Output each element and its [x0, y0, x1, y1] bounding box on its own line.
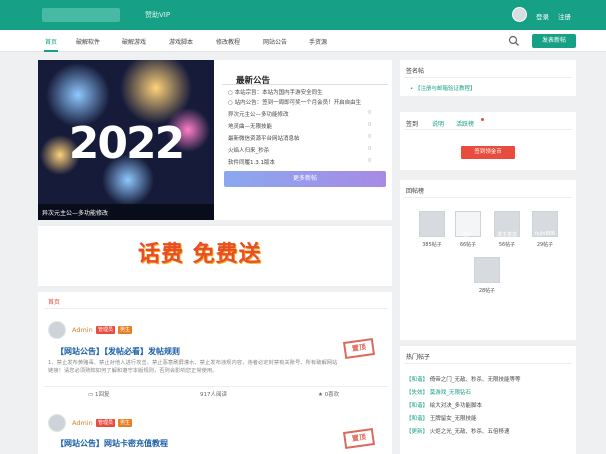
author-name[interactable]: Admin [72, 326, 93, 334]
user-avatar-icon[interactable] [512, 7, 527, 22]
divider [44, 308, 388, 309]
leader-name[interactable]: fyjin888 [530, 231, 560, 237]
announcement-text: 本站为国内手游安全同生 [262, 90, 323, 96]
leader-post-count: 385帖子 [422, 242, 442, 248]
sign-post-link[interactable]: • 【注册与邮箱验证教程】 [410, 84, 476, 92]
hero-caption[interactable]: 异次元主公—多功能修改 [42, 208, 108, 217]
leader-post-count: 28帖子 [478, 288, 496, 294]
hot-post-category: 【失效】 [406, 390, 429, 396]
post-title[interactable]: 【网站公告】网站卡密充值教程 [56, 438, 168, 449]
hot-post-item[interactable]: 【更新】 火炬之光_无敌、秒杀、五倍移速 [406, 427, 510, 435]
checkin-panel [400, 112, 576, 170]
author-name[interactable]: Admin [72, 419, 93, 427]
banner-text: 话费 免费送 [138, 242, 262, 267]
post-title-text: 【发帖必看】发帖规则 [104, 347, 180, 356]
search-icon[interactable] [508, 35, 520, 47]
announcement-item[interactable]: 地灵曲—无限技能 [228, 122, 384, 130]
site-logo[interactable] [42, 8, 120, 22]
tab-active-ranking[interactable]: 活跃榜 [456, 119, 474, 128]
nav-home[interactable]: 首页 [45, 37, 57, 46]
announcement-label: 站内公告： [234, 100, 263, 106]
leader-avatar[interactable] [474, 257, 500, 283]
more-posts-button[interactable]: 更多新帖 [224, 171, 386, 187]
sign-post-link-text: 【注册与邮箱验证教程】 [415, 86, 476, 92]
leader-post-count: 66帖子 [459, 242, 477, 248]
view-count: 917人阅读 [200, 392, 227, 398]
gender-badge: 男生 [118, 326, 133, 334]
comment-count: 0 [368, 158, 372, 164]
nav-game-scripts[interactable]: 游戏脚本 [169, 37, 193, 46]
reply-count[interactable]: ▭ 1回复 [88, 390, 109, 398]
post-category: 【网站公告】 [56, 439, 104, 448]
announcement-item[interactable]: 异次元主公—多功能修改 [228, 110, 384, 118]
breadcrumb[interactable]: 首页 [48, 297, 60, 306]
nav-site-announcements[interactable]: 网站公告 [263, 37, 287, 46]
post-category: 【网站公告】 [56, 347, 104, 356]
nav-resources[interactable]: 手资源 [309, 37, 327, 46]
hot-post-title: 火炬之光_无敌、秒杀、五倍移速 [429, 429, 510, 435]
divider [404, 129, 572, 130]
hot-post-item[interactable]: 【和谐】 绘大对决_多功能脚本 [406, 401, 482, 409]
like-count-label: 0喜欢 [324, 392, 340, 398]
new-post-button[interactable]: 发表新帖 [532, 34, 576, 48]
announcement-item[interactable]: 软件同履1.3.1版本 [228, 158, 384, 166]
announcement-item[interactable]: ○ 本站宗旨：本站为国内手游安全同生 [228, 88, 384, 96]
comment-count: 0 [368, 122, 372, 128]
nav-cracked-games[interactable]: 破解游戏 [122, 37, 146, 46]
announcement-item[interactable]: 火焰人归来_秒杀 [228, 146, 384, 154]
hot-post-title: 绘大对决_多功能脚本 [429, 403, 483, 409]
hot-post-category: 【和谐】 [406, 403, 429, 409]
hero-year-text: 2022 [68, 118, 185, 169]
register-link[interactable]: 注册 [558, 11, 571, 21]
vip-link[interactable]: 赞助VIP [145, 10, 170, 20]
nav-cracked-software[interactable]: 破解软件 [76, 37, 100, 46]
panel-title: 热门帖子 [406, 354, 431, 361]
hot-post-title: 倚帝之门_无敌、秒杀、无限技能等等 [429, 377, 521, 383]
hero-slide[interactable]: 2022 异次元主公—多功能修改 [38, 60, 214, 220]
role-badge: 管理员 [96, 326, 116, 334]
post-title[interactable]: 【网站公告】【发帖必看】发帖规则 [56, 346, 180, 357]
comment-count: 0 [368, 146, 372, 152]
panel-title: 回帖榜 [406, 188, 425, 195]
avatar[interactable] [48, 321, 66, 339]
reply-count-label: 1回复 [94, 392, 110, 398]
leader-post-count: 29帖子 [536, 242, 554, 248]
divider [404, 363, 572, 364]
hot-post-item[interactable]: 【和谐】 王牌留女_无限技能 [406, 414, 477, 422]
avatar[interactable] [48, 414, 66, 432]
divider [222, 84, 388, 85]
hot-post-item[interactable]: 【失效】 莫游戏_无限钻石 [406, 388, 471, 396]
panel-title: 签名帖 [406, 68, 425, 75]
nav-active-indicator [44, 50, 58, 52]
leader-name[interactable]: 漫主苗苗 [492, 231, 522, 238]
tab-checkin[interactable]: 签到 [406, 119, 418, 128]
leader-post-count: 56帖子 [498, 242, 516, 248]
comment-count: 0 [368, 134, 372, 140]
login-link[interactable]: 登录 [536, 11, 549, 21]
post-title-text: 网站卡密充值教程 [104, 439, 168, 448]
announcement-item[interactable]: 最新微信资源平台网站消息帖 [228, 134, 384, 142]
leader-avatar[interactable] [419, 211, 445, 237]
gender-badge: 男生 [118, 419, 133, 427]
hot-post-category: 【和谐】 [406, 416, 429, 422]
hot-post-item[interactable]: 【和谐】 倚帝之门_无敌、秒杀、无限技能等等 [406, 375, 521, 383]
announcement-text: 签到一周即可奖一个月会员！开启自由生 [262, 100, 362, 106]
comment-count: 0 [368, 110, 372, 116]
role-badge: 管理员 [96, 419, 116, 427]
divider [404, 197, 572, 198]
leader-name[interactable]: 画户 [453, 231, 483, 238]
announcement-item[interactable]: ○ 站内公告：签到一周即可奖一个月会员！开启自由生 [228, 98, 384, 106]
announcement-label: 本站宗旨： [234, 90, 263, 96]
like-count[interactable]: ★ 0喜欢 [318, 390, 339, 398]
hot-post-category: 【更新】 [406, 429, 429, 435]
notification-dot [481, 118, 484, 121]
checkin-button[interactable]: 签到领金币 [461, 146, 515, 159]
hot-post-title: 莫游戏_无限钻石 [429, 390, 472, 396]
tab-instructions[interactable]: 说明 [432, 119, 444, 128]
hot-post-title: 王牌留女_无限技能 [429, 416, 477, 422]
post-excerpt: 1、禁止发布黄赌毒、禁止对他人进行攻击、禁止恶意刷屏灌水、禁止发布违规内容，违者… [48, 360, 338, 374]
hot-post-category: 【和谐】 [406, 377, 429, 383]
divider [404, 77, 572, 78]
nav-mod-tutorials[interactable]: 修改教程 [216, 37, 240, 46]
